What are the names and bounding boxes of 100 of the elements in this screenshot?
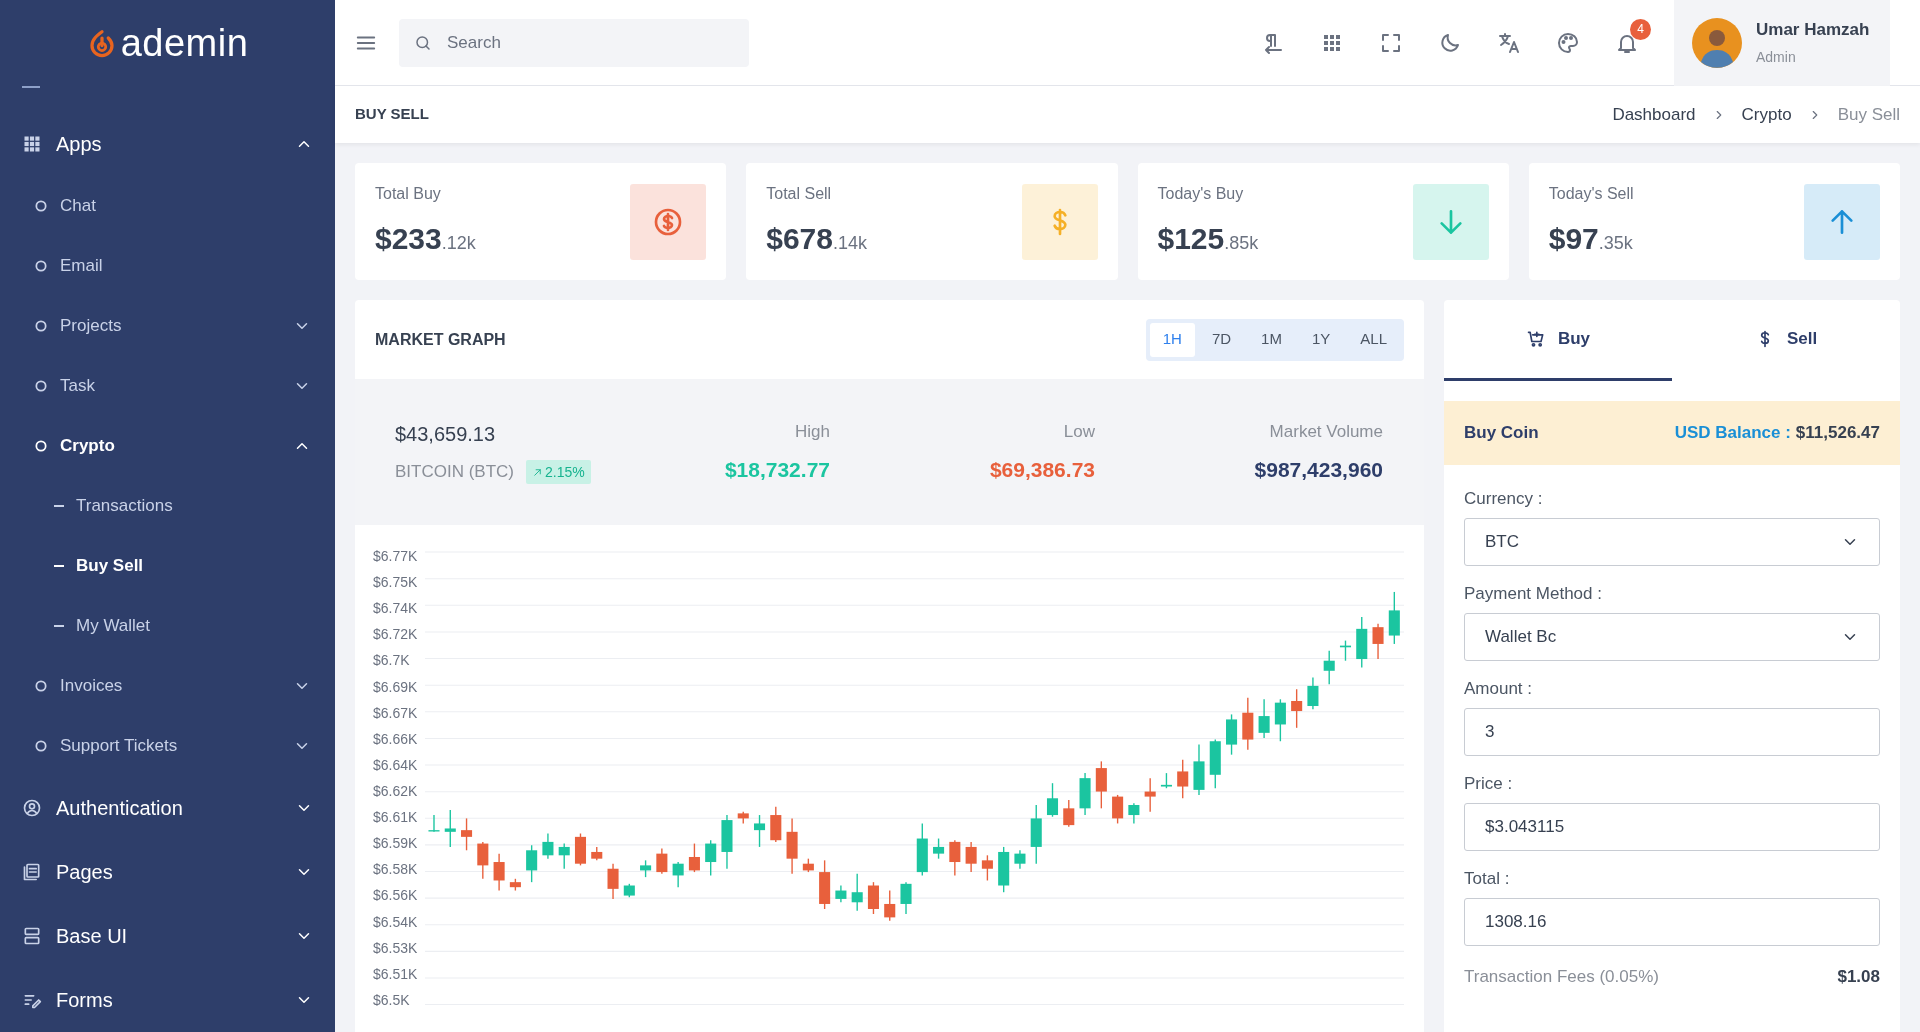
user-profile[interactable]: Umar Hamzah Admin <box>1674 0 1890 86</box>
candle <box>737 811 749 825</box>
candle <box>786 817 798 875</box>
user-role: Admin <box>1756 47 1797 67</box>
candle <box>656 847 668 875</box>
candle <box>428 814 440 833</box>
breadcrumb-item[interactable]: Crypto <box>1741 101 1792 128</box>
sidebar-item[interactable]: Email <box>0 236 335 296</box>
axis-label: $6.72K <box>373 626 419 643</box>
translate-icon[interactable] <box>1497 30 1521 55</box>
range-tab[interactable]: 1Y <box>1298 322 1344 357</box>
sidebar-item[interactable]: Crypto <box>0 416 335 476</box>
stat-value: $97 <box>1548 221 1599 257</box>
sidebar-subitem[interactable]: My Wallet <box>0 596 335 656</box>
sidebar-section[interactable]: Pages <box>0 840 335 904</box>
sidebar-section[interactable]: Base UI <box>0 904 335 968</box>
candle <box>1144 777 1156 813</box>
circle-icon <box>34 379 48 393</box>
axis-label: $6.74K <box>373 600 419 617</box>
candle <box>461 817 473 851</box>
axis-label: $6.59K <box>373 835 419 852</box>
sidebar-item[interactable]: Support Tickets <box>0 716 335 776</box>
input-field[interactable]: $3.043115 <box>1464 803 1880 851</box>
figure-label: Market Volume <box>1269 420 1383 443</box>
select-field[interactable]: BTC <box>1464 518 1880 566</box>
book-icon <box>22 862 42 882</box>
layers-icon <box>22 926 42 946</box>
candle <box>623 883 635 898</box>
axis-label: $6.69K <box>373 678 419 695</box>
breadcrumb-item: Buy Sell <box>1837 103 1900 126</box>
balance-label: USD Balance : <box>1674 422 1791 445</box>
trade-tab[interactable]: Sell <box>1672 300 1900 381</box>
figure-label: High <box>795 420 830 443</box>
sidebar-item[interactable]: Chat <box>0 176 335 236</box>
trade-tab[interactable]: Buy <box>1444 300 1672 381</box>
stat-label: Today's Buy <box>1157 184 1245 204</box>
circle-icon <box>34 439 48 453</box>
candle <box>607 863 619 900</box>
search-field[interactable]: Search <box>399 18 749 67</box>
candle <box>542 832 554 860</box>
field-label: Total : <box>1464 868 1511 891</box>
candle <box>1046 782 1059 818</box>
candle <box>705 839 717 877</box>
avatar <box>1692 17 1742 68</box>
candle <box>574 832 586 867</box>
notification-badge: 4 <box>1630 18 1651 40</box>
input-field[interactable]: 3 <box>1464 708 1880 756</box>
sidebar-item[interactable]: Projects <box>0 296 335 356</box>
candle <box>933 837 945 860</box>
axis-label: $6.56K <box>373 887 419 904</box>
range-tab[interactable]: ALL <box>1347 322 1400 357</box>
circle-icon <box>34 739 48 753</box>
sidebar-item[interactable]: Task <box>0 356 335 416</box>
stat-decimal: .35k <box>1598 232 1633 255</box>
stat-label: Total Sell <box>766 184 833 204</box>
palette-icon[interactable] <box>1556 30 1580 55</box>
figure-value: $18,732.77 <box>724 457 830 483</box>
candle <box>835 884 847 903</box>
circle-icon <box>34 319 48 333</box>
candle <box>1079 772 1091 816</box>
candle <box>672 861 684 888</box>
select-field[interactable]: Wallet Bc <box>1464 613 1880 661</box>
candle <box>802 858 814 873</box>
coin-price: $43,659.13 <box>395 422 497 448</box>
range-tab[interactable]: 1H <box>1149 322 1195 357</box>
field-label: Price : <box>1464 773 1514 796</box>
range-tab[interactable]: 7D <box>1198 322 1245 357</box>
change-badge: 2.15% <box>526 460 591 484</box>
candle <box>1193 743 1205 796</box>
stat-value: $125 <box>1157 221 1225 257</box>
sidebar-item[interactable]: Invoices <box>0 656 335 716</box>
sidebar-section[interactable]: Authentication <box>0 776 335 840</box>
axis-label: $6.67K <box>373 704 419 721</box>
sidebar-section[interactable]: Apps <box>0 112 335 176</box>
candle <box>1128 802 1140 825</box>
breadcrumb-item[interactable]: Dashboard <box>1612 101 1696 128</box>
candle <box>1095 760 1107 810</box>
fees-value: $1.08 <box>1837 966 1880 988</box>
axis-label: $6.64K <box>373 756 419 773</box>
grid-icon <box>22 134 42 154</box>
sidebar-subitem[interactable]: Buy Sell <box>0 536 335 596</box>
candle <box>1063 799 1075 828</box>
candle <box>721 814 733 870</box>
circle-icon <box>34 679 48 693</box>
sidebar-subitem[interactable]: Transactions <box>0 476 335 536</box>
axis-label: $6.75K <box>373 574 419 591</box>
candle <box>1112 794 1124 825</box>
sidebar-section[interactable]: Forms <box>0 968 335 1032</box>
candle <box>444 809 456 848</box>
input-field[interactable]: 1308.16 <box>1464 898 1880 946</box>
field-label: Amount : <box>1464 678 1534 701</box>
stat-decimal: .85k <box>1224 233 1259 255</box>
user-circle-icon <box>22 798 42 818</box>
field-label: Payment Method : <box>1464 583 1603 606</box>
range-tab[interactable]: 1M <box>1248 322 1295 357</box>
candle <box>1323 649 1335 685</box>
candle <box>1356 616 1368 669</box>
stat-value: $233 <box>375 221 442 257</box>
axis-label: $6.51K <box>373 965 419 982</box>
figure-label: Low <box>1063 420 1095 443</box>
